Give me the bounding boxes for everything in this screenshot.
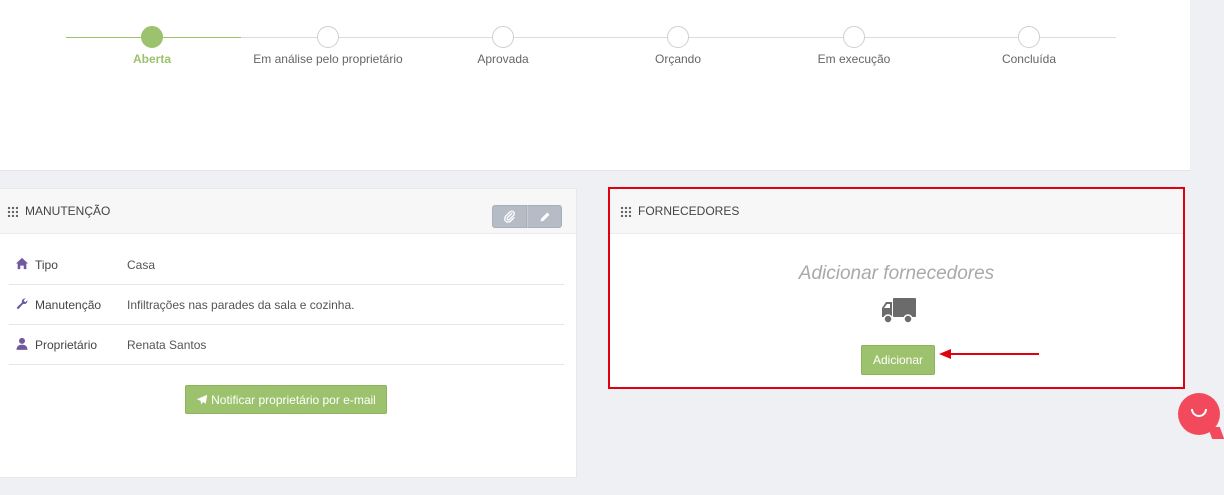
step-label: Aprovada <box>477 52 529 66</box>
truck-icon <box>882 298 916 324</box>
grid-icon <box>7 205 18 217</box>
user-icon <box>9 337 35 353</box>
suppliers-panel-header: FORNECEDORES <box>610 189 1183 234</box>
info-key: Manutenção <box>35 297 102 312</box>
maintenance-panel-title: MANUTENÇÃO <box>25 204 111 218</box>
step-dot <box>1018 26 1040 48</box>
suppliers-panel-title: FORNECEDORES <box>638 204 740 218</box>
info-value: Infiltrações nas parades da sala e cozin… <box>127 297 355 312</box>
step-dot <box>317 26 339 48</box>
step-aberta: Aberta <box>62 26 242 66</box>
info-value: Renata Santos <box>127 337 207 352</box>
maintenance-panel: MANUTENÇÃO Tipo Casa Manutenção Infiltra… <box>0 188 577 478</box>
info-key: Proprietário <box>35 337 98 352</box>
edit-button[interactable] <box>527 205 562 228</box>
info-value: Casa <box>127 257 156 272</box>
step-aprovada: Aprovada <box>413 26 593 66</box>
paperclip-icon <box>504 210 515 223</box>
step-em-execucao: Em execução <box>764 26 944 66</box>
info-row-manutencao: Manutenção Infiltrações nas parades da s… <box>9 285 564 325</box>
add-supplier-button[interactable]: Adicionar <box>861 345 935 375</box>
step-em-analise: Em análise pelo proprietário <box>238 26 418 66</box>
step-dot <box>843 26 865 48</box>
paper-plane-icon <box>196 394 208 404</box>
grid-icon <box>620 205 631 217</box>
step-dot <box>492 26 514 48</box>
pencil-icon <box>540 212 549 221</box>
info-row-proprietario: Proprietário Renata Santos <box>9 325 564 365</box>
maintenance-panel-header: MANUTENÇÃO <box>0 189 576 234</box>
annotation-arrow <box>939 349 1039 359</box>
maintenance-actions <box>492 205 562 228</box>
step-label: Em análise pelo proprietário <box>253 52 403 66</box>
suppliers-panel: FORNECEDORES Adicionar fornecedores Adic… <box>608 187 1185 389</box>
chat-smile <box>1191 409 1207 417</box>
step-label: Em execução <box>817 52 891 66</box>
step-label: Aberta <box>132 52 171 66</box>
notify-owner-button[interactable]: Notificar proprietário por e-mail <box>185 385 387 414</box>
step-dot <box>141 26 163 48</box>
step-orcando: Orçando <box>588 26 768 66</box>
step-concluida: Concluída <box>939 26 1119 66</box>
info-row-tipo: Tipo Casa <box>9 245 564 285</box>
notify-owner-label: Notificar proprietário por e-mail <box>211 392 376 407</box>
info-key: Tipo <box>35 257 58 272</box>
chat-bubble-icon[interactable] <box>1178 393 1220 435</box>
step-label: Orçando <box>654 52 702 66</box>
wrench-icon <box>9 297 35 313</box>
status-progress-card: Aberta Em análise pelo proprietário Apro… <box>0 0 1190 171</box>
home-icon <box>9 257 35 273</box>
empty-suppliers-text: Adicionar fornecedores <box>798 263 995 284</box>
attach-button[interactable] <box>492 205 527 228</box>
step-dot <box>667 26 689 48</box>
step-label: Concluída <box>1001 52 1057 66</box>
